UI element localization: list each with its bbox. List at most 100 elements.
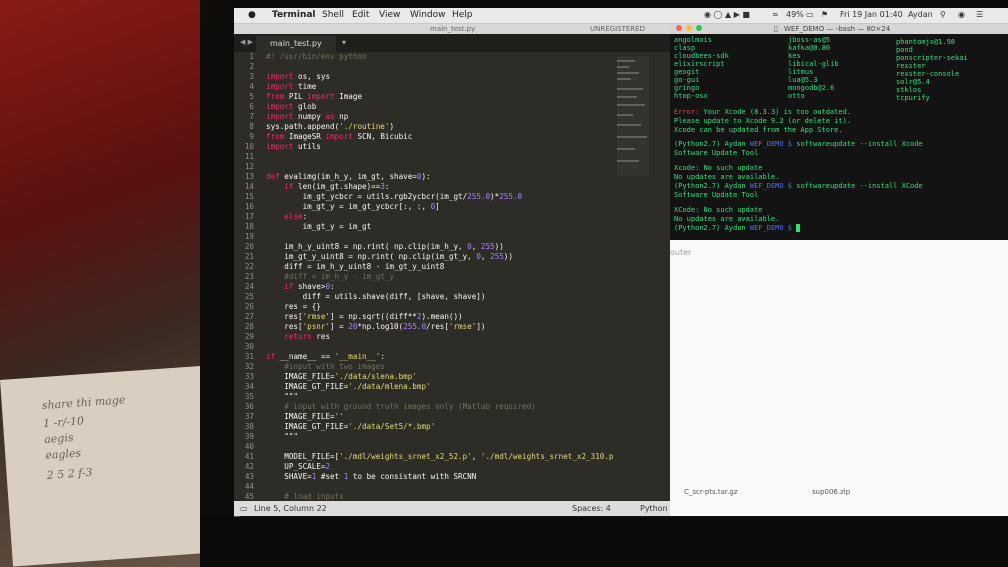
terminal-current-prompt[interactable]: (Python2.7) Aydan WEF_DEMO $ _ bbox=[674, 224, 801, 233]
code-line[interactable]: 22 diff = im_h_y_uint8 - im_gt_y_uint8 bbox=[234, 262, 614, 272]
menu-clock[interactable]: Fri 19 Jan 01:40 bbox=[840, 10, 903, 19]
code-line[interactable]: 15 im_gt_ycbcr = utils.rgb2ycbcr(im_gt/2… bbox=[234, 192, 614, 202]
terminal-output: Xcode can be updated from the App Store. bbox=[674, 126, 843, 134]
line-number: 3 bbox=[249, 72, 254, 81]
terminal-prompt: (Python2.7) Aydan WEF_DEMO $ softwareupd… bbox=[674, 182, 923, 190]
code-line[interactable]: 23 #diff = im_h_y - im_gt_y bbox=[234, 272, 614, 282]
flag-icon[interactable]: ⚑ bbox=[821, 10, 828, 19]
code-line[interactable]: 26 res = {} bbox=[234, 302, 614, 312]
code-line[interactable]: 8 sys.path.append('./routine') bbox=[234, 122, 614, 132]
code-line[interactable]: 21 im_gt_y_uint8 = np.rint( np.clip(im_g… bbox=[234, 252, 614, 262]
code-line[interactable]: 27 res['rmse'] = np.sqrt((diff**2).mean(… bbox=[234, 312, 614, 322]
paper-note-line: share thi mage bbox=[41, 393, 126, 413]
wifi-icon[interactable]: ≈ bbox=[772, 10, 779, 19]
code-line[interactable]: 32 #input with two images bbox=[234, 362, 614, 372]
menu-item-window[interactable]: Window bbox=[410, 10, 446, 20]
brew-list-col3: phantomjs@1.98 pond ponscripter-sekai re… bbox=[896, 38, 968, 102]
terminal-window-title: WEF_DEMO — -bash — 80×24 bbox=[784, 25, 891, 33]
tab-main-test[interactable]: main_test.py bbox=[256, 36, 336, 52]
code-line[interactable]: 35 """ bbox=[234, 392, 614, 402]
siri-icon[interactable]: ◉ bbox=[958, 10, 965, 19]
code-line[interactable]: 39 """ bbox=[234, 432, 614, 442]
menu-item-shell[interactable]: Shell bbox=[322, 10, 344, 20]
zoom-button[interactable] bbox=[696, 25, 702, 31]
code-line[interactable]: 42 UP_SCALE=2 bbox=[234, 462, 614, 472]
code-line[interactable]: 40 bbox=[234, 442, 614, 452]
code-line[interactable]: 17 else: bbox=[234, 212, 614, 222]
terminal-window[interactable]: ▯ WEF_DEMO — -bash — 80×24 angolmois cla… bbox=[670, 24, 1008, 240]
code-line[interactable]: 10 import utils bbox=[234, 142, 614, 152]
menu-user[interactable]: Aydan bbox=[908, 10, 933, 19]
code-line[interactable]: 36 # input with ground truth images only… bbox=[234, 402, 614, 412]
panel-toggle-icon[interactable]: ▭ bbox=[240, 504, 248, 513]
terminal-output: No updates are available. bbox=[674, 215, 780, 223]
minimize-button[interactable] bbox=[686, 25, 692, 31]
code-line[interactable]: 31 if __name__ == '__main__': bbox=[234, 352, 614, 362]
code-line[interactable]: 30 bbox=[234, 342, 614, 352]
code-line[interactable]: 16 im_gt_y = im_gt_ycbcr[:, :, 0] bbox=[234, 202, 614, 212]
minimap[interactable] bbox=[617, 56, 649, 176]
code-line[interactable]: 14 if len(im_gt.shape)==3: bbox=[234, 182, 614, 192]
menu-bar: ● Terminal Shell Edit View Window Help ◉… bbox=[234, 8, 1008, 24]
code-text: SHAVE=1 #set 1 to be consistant with SRC… bbox=[266, 472, 477, 481]
code-line[interactable]: 20 im_h_y_uint8 = np.rint( np.clip(im_h_… bbox=[234, 242, 614, 252]
battery-percent[interactable]: 49% bbox=[786, 10, 804, 19]
menu-item-edit[interactable]: Edit bbox=[352, 10, 369, 20]
code-line[interactable]: 28 res['psnr'] = 20*np.log10(255.0/res['… bbox=[234, 322, 614, 332]
status-icons[interactable]: ◉ ◯ ▲ ▶ ■ bbox=[704, 10, 750, 19]
code-text: MODEL_FILE=['./mdl/weights_srnet_x2_52.p… bbox=[266, 452, 614, 461]
code-text: else: bbox=[284, 212, 308, 221]
battery-icon[interactable]: ▭ bbox=[806, 10, 814, 19]
terminal-folder-icon: ▯ bbox=[774, 25, 778, 33]
syntax-setting[interactable]: Python bbox=[640, 504, 668, 513]
code-line[interactable]: 43 SHAVE=1 #set 1 to be consistant with … bbox=[234, 472, 614, 482]
code-line[interactable]: 7 import numpy as np bbox=[234, 112, 614, 122]
apple-menu-icon[interactable]: ● bbox=[248, 10, 256, 20]
code-text: diff = utils.shave(diff, [shave, shave]) bbox=[266, 292, 486, 301]
tab-label: main_test.py bbox=[270, 39, 322, 48]
menu-item-help[interactable]: Help bbox=[452, 10, 473, 20]
code-line[interactable]: 11 bbox=[234, 152, 614, 162]
code-line[interactable]: 2 bbox=[234, 62, 614, 72]
code-text: if shave>0: bbox=[284, 282, 335, 291]
code-area[interactable]: 1 #! /usr/bin/env python 2 3 import os, sys 4… bbox=[234, 52, 614, 502]
notification-center-icon[interactable]: ☰ bbox=[976, 10, 983, 19]
code-line[interactable]: 24 if shave>0: bbox=[234, 282, 614, 292]
line-number: 38 bbox=[244, 422, 254, 431]
line-number: 43 bbox=[244, 472, 254, 481]
code-line[interactable]: 3 import os, sys bbox=[234, 72, 614, 82]
menu-app-name[interactable]: Terminal bbox=[272, 10, 316, 20]
code-line[interactable]: 38 IMAGE_GT_FILE='./data/Set5/*.bmp' bbox=[234, 422, 614, 432]
code-line[interactable]: 29 return res bbox=[234, 332, 614, 342]
terminal-output: XCode: No such update bbox=[674, 206, 763, 214]
code-line[interactable]: 19 bbox=[234, 232, 614, 242]
code-text: from PIL import Image bbox=[266, 92, 363, 101]
code-line[interactable]: 18 im_gt_y = im_gt bbox=[234, 222, 614, 232]
tab-close-icon[interactable]: ▾ bbox=[342, 38, 346, 47]
code-line[interactable]: 6 import glob bbox=[234, 102, 614, 112]
menu-item-view[interactable]: View bbox=[379, 10, 400, 20]
code-line[interactable]: 33 IMAGE_FILE='./data/slena.bmp' bbox=[234, 372, 614, 382]
close-button[interactable] bbox=[676, 25, 682, 31]
code-line[interactable]: 9 from ImageSR import SCN, Bicubic bbox=[234, 132, 614, 142]
code-line[interactable]: 12 bbox=[234, 162, 614, 172]
search-icon[interactable]: ⚲ bbox=[940, 10, 946, 19]
code-line[interactable]: 4 import time bbox=[234, 82, 614, 92]
file-item[interactable]: sup006.zip bbox=[812, 488, 850, 496]
code-line[interactable]: 25 diff = utils.shave(diff, [shave, shav… bbox=[234, 292, 614, 302]
code-text: im_gt_y_uint8 = np.rint( np.clip(im_gt_y… bbox=[266, 252, 513, 261]
file-item[interactable]: C_scr-pts.tar.gz bbox=[684, 488, 738, 496]
code-line[interactable]: 34 IMAGE_GT_FILE='./data/mlena.bmp' bbox=[234, 382, 614, 392]
code-line[interactable]: 5 from PIL import Image bbox=[234, 92, 614, 102]
code-line[interactable]: 41 MODEL_FILE=['./mdl/weights_srnet_x2_5… bbox=[234, 452, 614, 462]
line-number: 31 bbox=[244, 352, 254, 361]
code-line[interactable]: 1 #! /usr/bin/env python bbox=[234, 52, 614, 62]
code-line[interactable]: 13 def evalimg(im_h_y, im_gt, shave=0): bbox=[234, 172, 614, 182]
code-text: IMAGE_GT_FILE='./data/mlena.bmp' bbox=[266, 382, 431, 391]
code-line[interactable]: 44 bbox=[234, 482, 614, 492]
code-line[interactable]: 37 IMAGE_FILE='' bbox=[234, 412, 614, 422]
code-text: diff = im_h_y_uint8 - im_gt_y_uint8 bbox=[266, 262, 445, 271]
tab-nav-arrows-icon[interactable]: ◀ ▶ bbox=[240, 38, 253, 46]
indent-setting[interactable]: Spaces: 4 bbox=[572, 504, 611, 513]
line-number: 41 bbox=[244, 452, 254, 461]
